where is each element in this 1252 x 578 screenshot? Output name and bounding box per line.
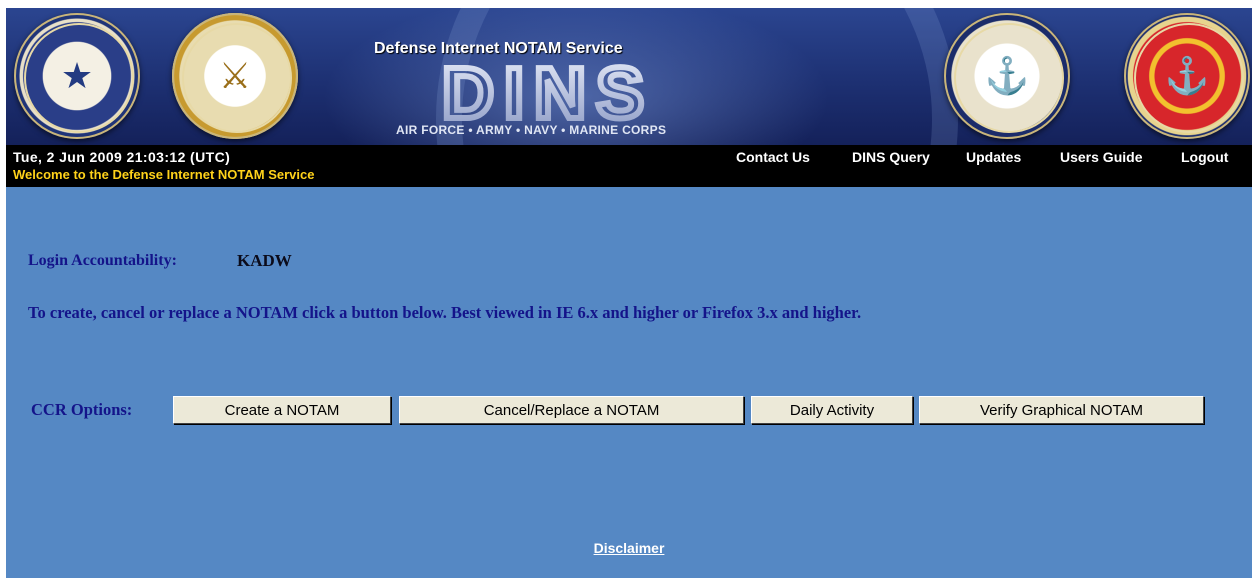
- nav-logout[interactable]: Logout: [1181, 149, 1228, 165]
- navy-seal-icon: ⚓: [944, 13, 1070, 139]
- dins-logo: DINS: [439, 60, 654, 122]
- marine-corps-seal-icon: ⚓: [1124, 13, 1250, 139]
- army-seal-icon: ⚔: [172, 13, 298, 139]
- air-force-seal-icon: ★: [14, 13, 140, 139]
- nav-users-guide[interactable]: Users Guide: [1060, 149, 1142, 165]
- welcome-message: Welcome to the Defense Internet NOTAM Se…: [13, 167, 315, 182]
- login-accountability-value: KADW: [237, 251, 292, 270]
- datetime: Tue, 2 Jun 2009 21:03:12 (UTC): [13, 149, 231, 165]
- page-frame: ★ ⚔ Defense Internet NOTAM Service DINS …: [6, 8, 1252, 578]
- banner-title: Defense Internet NOTAM Service: [374, 40, 623, 57]
- nav-dins-query[interactable]: DINS Query: [852, 149, 930, 165]
- nav-contact-us[interactable]: Contact Us: [736, 149, 810, 165]
- daily-activity-button[interactable]: Daily Activity: [751, 396, 913, 424]
- status-bar: Tue, 2 Jun 2009 21:03:12 (UTC) Welcome t…: [6, 145, 1252, 187]
- disclaimer-link[interactable]: Disclaimer: [6, 540, 1252, 556]
- instructions-text: To create, cancel or replace a NOTAM cli…: [28, 303, 862, 322]
- verify-graphical-notam-button[interactable]: Verify Graphical NOTAM: [919, 396, 1204, 424]
- dins-logo-text: DINS: [442, 60, 654, 122]
- ccr-options-label: CCR Options:: [31, 400, 133, 419]
- login-accountability-label: Login Accountability:: [28, 252, 177, 269]
- create-notam-button[interactable]: Create a NOTAM: [173, 396, 391, 424]
- cancel-replace-notam-button[interactable]: Cancel/Replace a NOTAM: [399, 396, 744, 424]
- banner-branches: AIR FORCE • ARMY • NAVY • MARINE CORPS: [396, 123, 667, 137]
- header-banner: ★ ⚔ Defense Internet NOTAM Service DINS …: [6, 8, 1252, 145]
- nav-updates[interactable]: Updates: [966, 149, 1021, 165]
